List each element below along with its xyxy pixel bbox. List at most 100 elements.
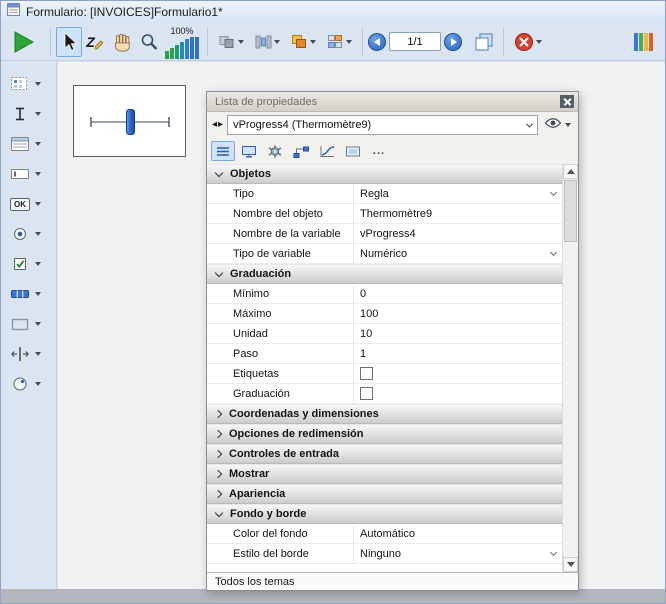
tool-input[interactable]: [8, 162, 52, 186]
theme-palette-button[interactable]: [629, 27, 659, 57]
property-value-text: 1: [360, 348, 366, 360]
dropdown-arrow-icon[interactable]: [35, 232, 41, 236]
next-page-button[interactable]: [444, 33, 462, 51]
zorder-tool-button[interactable]: Z: [82, 27, 108, 57]
section-header-mostrar[interactable]: Mostrar: [207, 464, 562, 484]
pages-button[interactable]: [470, 27, 498, 57]
tool-dial[interactable]: [8, 372, 52, 396]
checkbox-unchecked[interactable]: [360, 387, 373, 400]
dropdown-arrow-icon[interactable]: [35, 382, 41, 386]
zoom-level-control[interactable]: 100%: [165, 25, 199, 59]
section-header-graduacion[interactable]: Graduación: [207, 264, 562, 284]
tab-display[interactable]: [237, 141, 261, 161]
dropdown-arrow-icon[interactable]: [35, 352, 41, 356]
tool-groupbox[interactable]: [8, 312, 52, 336]
tool-listbox[interactable]: [8, 132, 52, 156]
tab-screen[interactable]: [341, 141, 365, 161]
tool-fields[interactable]: [8, 72, 52, 96]
property-value-text: vProgress4: [360, 228, 416, 240]
tool-checkbox[interactable]: [8, 252, 52, 276]
property-label: Color del fondo: [207, 524, 353, 543]
property-label: Tipo: [207, 184, 353, 203]
property-row-estilo-del-borde: Estilo del bordeNinguno: [207, 544, 562, 564]
property-row-tipo-de-variable: Tipo de variableNumérico: [207, 244, 562, 264]
property-label: Mínimo: [207, 284, 353, 303]
grid-style-dropdown-button[interactable]: [321, 27, 357, 57]
scrollbar[interactable]: [562, 164, 578, 572]
chevron-down-icon: [550, 249, 557, 256]
dropdown-arrow-icon[interactable]: [35, 82, 41, 86]
expand-chevron-icon: [214, 490, 222, 498]
toolbar-separator: [207, 28, 208, 56]
dropdown-arrow-icon[interactable]: [35, 322, 41, 326]
distribute-dropdown-button[interactable]: [249, 27, 285, 57]
property-row-minimo: Mínimo0: [207, 284, 562, 304]
section-header-fondo-y-borde[interactable]: Fondo y borde: [207, 504, 562, 524]
prev-page-button[interactable]: [368, 33, 386, 51]
dropdown-arrow-icon[interactable]: [35, 292, 41, 296]
dropdown-arrow-icon[interactable]: [35, 172, 41, 176]
align-dropdown-button[interactable]: [213, 27, 249, 57]
dropdown-arrow-icon[interactable]: [35, 142, 41, 146]
property-value-graduacion[interactable]: [353, 384, 562, 403]
property-value-nombre-de-la-variable[interactable]: vProgress4: [353, 224, 562, 243]
property-value-text: Automático: [360, 528, 415, 540]
next-object-button[interactable]: ▸: [218, 120, 223, 130]
themes-filter[interactable]: Todos los temas: [207, 572, 578, 590]
page-indicator-field[interactable]: 1/1: [389, 32, 441, 51]
property-value-tipo[interactable]: Regla: [353, 184, 562, 203]
chevron-down-icon: [310, 40, 316, 44]
scroll-up-icon[interactable]: [563, 164, 578, 179]
close-icon[interactable]: [560, 95, 574, 108]
prev-object-button[interactable]: ◂: [212, 120, 217, 130]
scrollbar-thumb[interactable]: [564, 180, 577, 242]
tab-events[interactable]: [315, 141, 339, 161]
stop-dropdown-button[interactable]: [509, 27, 547, 57]
tool-static-text[interactable]: [8, 102, 52, 126]
property-value-etiquetas[interactable]: [353, 364, 562, 383]
select-tool-button[interactable]: [56, 27, 82, 57]
property-value-paso[interactable]: 1: [353, 344, 562, 363]
ruler-control[interactable]: [73, 85, 186, 157]
dropdown-arrow-icon[interactable]: [35, 112, 41, 116]
tab-objects[interactable]: [211, 141, 235, 161]
section-header-objetos[interactable]: Objetos: [207, 164, 562, 184]
tool-radio[interactable]: [8, 222, 52, 246]
object-selector-combo[interactable]: vProgress4 (Thermomètre9): [227, 115, 538, 135]
checkbox-unchecked[interactable]: [360, 367, 373, 380]
chevron-down-icon: [550, 549, 557, 556]
properties-panel-titlebar[interactable]: Lista de propiedades: [207, 92, 578, 112]
fill-color-dropdown-button[interactable]: [285, 27, 321, 57]
property-value-minimo[interactable]: 0: [353, 284, 562, 303]
section-header-opciones-de-redimension[interactable]: Opciones de redimensión: [207, 424, 562, 444]
property-value-maximo[interactable]: 100: [353, 304, 562, 323]
dropdown-arrow-icon[interactable]: [35, 202, 41, 206]
tool-splitter[interactable]: [8, 342, 52, 366]
window-titlebar[interactable]: Formulario: [INVOICES]Formulario1*: [1, 1, 665, 23]
tab-more[interactable]: ...: [367, 141, 391, 161]
monitor-icon: [240, 144, 258, 159]
section-header-controles-de-entrada[interactable]: Controles de entrada: [207, 444, 562, 464]
tool-tab-control[interactable]: [8, 282, 52, 306]
zoom-tool-button[interactable]: [136, 27, 162, 57]
run-button[interactable]: [7, 27, 39, 57]
property-value-tipo-de-variable[interactable]: Numérico: [353, 244, 562, 263]
tab-settings[interactable]: [263, 141, 287, 161]
property-value-color-del-fondo[interactable]: Automático: [353, 524, 562, 543]
property-value-unidad[interactable]: 10: [353, 324, 562, 343]
property-label: Nombre del objeto: [207, 204, 353, 223]
section-header-coordenadas-y-dimensiones[interactable]: Coordenadas y dimensiones: [207, 404, 562, 424]
section-header-apariencia[interactable]: Apariencia: [207, 484, 562, 504]
property-value-text: 10: [360, 328, 372, 340]
tab-datasource[interactable]: [289, 141, 313, 161]
dropdown-arrow-icon[interactable]: [35, 262, 41, 266]
slider-handle: [126, 109, 135, 135]
property-value-nombre-del-objeto[interactable]: Thermomètre9: [353, 204, 562, 223]
scroll-down-icon[interactable]: [563, 557, 578, 572]
property-value-estilo-del-borde[interactable]: Ninguno: [353, 544, 562, 563]
tool-button[interactable]: OK: [8, 192, 52, 216]
pages-icon: [473, 32, 495, 52]
visibility-dropdown-button[interactable]: [542, 116, 573, 134]
themes-filter-label: Todos los temas: [215, 576, 294, 588]
pan-tool-button[interactable]: [108, 27, 136, 57]
